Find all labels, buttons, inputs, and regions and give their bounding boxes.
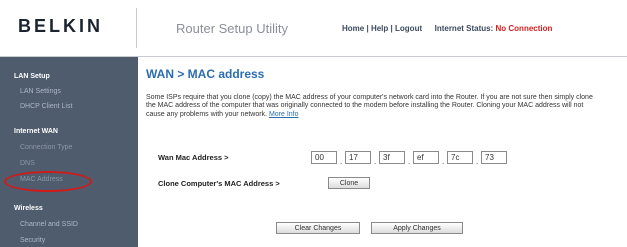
sidebar-item-connection-type[interactable]: Connection Type bbox=[20, 144, 72, 151]
logout-link[interactable]: Logout bbox=[395, 24, 422, 33]
sidebar-item-lan-settings[interactable]: LAN Settings bbox=[20, 88, 61, 95]
apply-changes-button[interactable]: Apply Changes bbox=[371, 222, 463, 234]
sidebar-section-wireless: Wireless bbox=[14, 205, 43, 212]
mac-octet-1[interactable] bbox=[311, 151, 337, 164]
link-separator: | bbox=[366, 24, 369, 33]
header: BELKIN Router Setup Utility Home | Help … bbox=[0, 0, 627, 57]
wan-mac-label: Wan Mac Address > bbox=[158, 153, 229, 162]
clone-button[interactable]: Clone bbox=[328, 177, 370, 189]
mac-separator: . bbox=[408, 157, 411, 166]
description-text: Some ISPs require that you clone (copy) … bbox=[146, 94, 596, 119]
mac-separator: . bbox=[476, 157, 479, 166]
clear-changes-button[interactable]: Clear Changes bbox=[276, 222, 360, 234]
page-title: WAN > MAC address bbox=[146, 67, 265, 81]
mac-octet-6[interactable] bbox=[481, 151, 507, 164]
mac-octet-5[interactable] bbox=[447, 151, 473, 164]
top-links: Home | Help | Logout Internet Status: No… bbox=[342, 24, 552, 33]
belkin-logo: BELKIN bbox=[18, 16, 103, 36]
sidebar-item-channel-ssid[interactable]: Channel and SSID bbox=[20, 221, 78, 228]
description-body: Some ISPs require that you clone (copy) … bbox=[146, 94, 593, 118]
sidebar-item-security[interactable]: Security bbox=[20, 237, 45, 244]
internet-status-value: No Connection bbox=[495, 24, 553, 33]
more-info-link[interactable]: More Info bbox=[269, 111, 299, 118]
highlight-circle bbox=[4, 171, 92, 192]
mac-octet-2[interactable] bbox=[345, 151, 371, 164]
sidebar-section-internet-wan: Internet WAN bbox=[14, 128, 58, 135]
clone-mac-label: Clone Computer's MAC Address > bbox=[158, 179, 280, 188]
sidebar: LAN Setup LAN Settings DHCP Client List … bbox=[0, 57, 138, 247]
app-title: Router Setup Utility bbox=[176, 21, 288, 36]
mac-separator: . bbox=[340, 157, 343, 166]
sidebar-item-dhcp-client-list[interactable]: DHCP Client List bbox=[20, 103, 72, 110]
help-link[interactable]: Help bbox=[371, 24, 388, 33]
internet-status-label: Internet Status: bbox=[434, 24, 494, 33]
sidebar-item-dns[interactable]: DNS bbox=[20, 160, 35, 167]
mac-octet-4[interactable] bbox=[413, 151, 439, 164]
mac-separator: . bbox=[442, 157, 445, 166]
mac-separator: . bbox=[374, 157, 377, 166]
home-link[interactable]: Home bbox=[342, 24, 364, 33]
header-divider bbox=[136, 8, 137, 48]
link-separator: | bbox=[390, 24, 393, 33]
sidebar-section-lan-setup: LAN Setup bbox=[14, 73, 50, 80]
mac-octet-3[interactable] bbox=[379, 151, 405, 164]
